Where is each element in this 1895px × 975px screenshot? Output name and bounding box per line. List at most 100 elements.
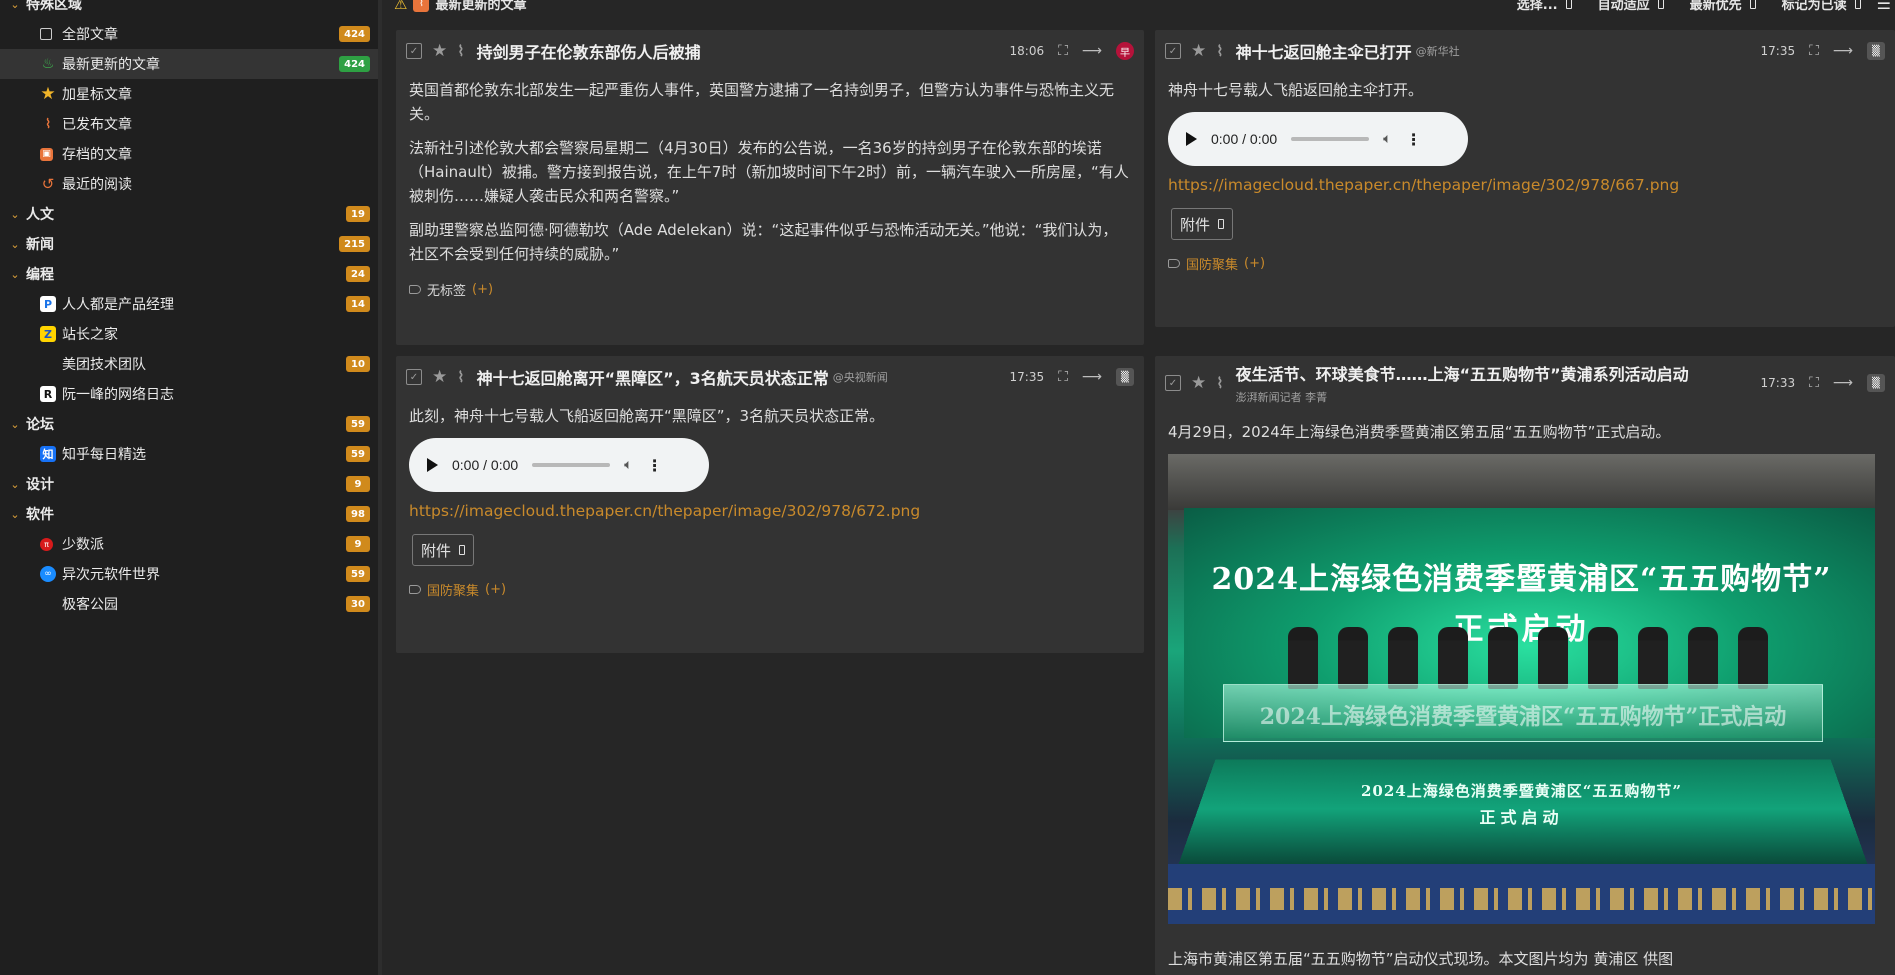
dropdown-caret-icon [1854,0,1861,9]
rss-feed-icon[interactable]: ⌇ [413,0,430,12]
sidebar-cat-software[interactable]: ⌄ 软件 98 [0,499,378,529]
tag-icon [1168,259,1180,268]
sidebar-item-fresh[interactable]: ♨ 最新更新的文章 424 [0,49,378,79]
publish-toggle-icon[interactable]: ⌇ [457,368,464,386]
add-tag-link[interactable]: (+) [485,582,506,597]
chevron-down-icon[interactable]: ⌄ [8,477,22,491]
star-toggle-icon[interactable]: ★ [432,367,447,387]
unread-count-badge: 424 [339,56,370,72]
hamburger-menu-icon[interactable]: ☰ [1877,0,1891,13]
sidebar-item-zhihu[interactable]: 知 知乎每日精选 59 [0,439,378,469]
chevron-down-icon[interactable]: ⌄ [8,417,22,431]
audio-player[interactable]: 0:00 / 0:00 🔈︎ ⋮ [409,438,709,492]
article-paragraph: 此刻，神舟十七号载人飞船返回舱离开“黑障区”，3名航天员状态正常。 [409,407,885,425]
feed-sidebar: ⌄ 特殊区域 全部文章 424 ♨ 最新更新的文章 424 ★ 加星标文章 ⌇ … [0,0,382,975]
photo-person [1338,627,1368,689]
sidebar-item-all-articles[interactable]: 全部文章 424 [0,19,378,49]
chevron-down-icon[interactable]: ⌄ [8,507,22,521]
expand-icon[interactable]: ⛶ [1058,43,1068,59]
sidebar-item-sspai[interactable]: π 少数派 9 [0,529,378,559]
article-card[interactable]: ✓ ★ ⌇ 夜生活节、环球美食节……上海“五五购物节”黄浦系列活动启动 澎湃新闻… [1155,356,1895,975]
feed-title: 最新更新的文章 [435,0,527,13]
sidebar-item-starred[interactable]: ★ 加星标文章 [0,79,378,109]
volume-icon[interactable]: 🔈︎ [1383,131,1391,147]
play-icon[interactable] [1186,132,1197,146]
sidebar-item-meituan[interactable]: 美团技术团队 10 [0,349,378,379]
sidebar-item-recent[interactable]: ↺ 最近的阅读 [0,169,378,199]
article-tags: 国防聚集 (+) [409,580,1131,599]
audio-seek-bar[interactable] [532,463,611,467]
play-icon[interactable] [427,458,438,472]
star-toggle-icon[interactable]: ★ [1191,373,1206,393]
publish-toggle-icon[interactable]: ⌇ [1216,42,1223,60]
expand-icon[interactable]: ⛶ [1809,43,1819,59]
sidebar-item-published[interactable]: ⌇ 已发布文章 [0,109,378,139]
article-photo: 2024上海绿色消费季暨黄浦区“五五购物节” 正式启动 2024上海绿色消费季暨… [1168,454,1875,924]
sidebar-item-woshipm[interactable]: P 人人都是产品经理 14 [0,289,378,319]
sidebar-item-iplaysoft[interactable]: ∞ 异次元软件世界 59 [0,559,378,589]
audio-seek-bar[interactable] [1291,137,1370,141]
select-checkbox[interactable]: ✓ [1165,43,1181,59]
expand-icon[interactable]: ⛶ [1809,375,1819,391]
article-paragraph: 副助理警察总监阿德·阿德勒坎（Ade Adelekan）说：“这起事件似乎与恐怖… [409,221,1118,263]
audio-player[interactable]: 0:00 / 0:00 🔈︎ ⋮ [1168,112,1468,166]
tag-link[interactable]: 国防聚集 [1186,254,1238,273]
photo-person [1488,627,1518,689]
sort-order-dropdown[interactable]: 最新优先 [1690,0,1756,13]
article-paragraph: 英国首都伦敦东北部发生一起严重伤人事件，英国警方逮捕了一名持剑男子，但警方认为事… [409,81,1115,123]
select-checkbox[interactable]: ✓ [406,43,422,59]
feed-favicon-icon: ▒ [1867,374,1885,392]
attachments-button[interactable]: 附件 [412,534,475,566]
more-options-icon[interactable]: ⋮ [1406,130,1422,149]
sidebar-item-ruanyf[interactable]: R 阮一峰的网络日志 [0,379,378,409]
article-card[interactable]: ✓ ★ ⌇ 神十七返回舱主伞已打开 @新华社 17:35 ⛶ ⟶ ▒ 神舟十七号… [1155,30,1895,327]
article-title[interactable]: 持剑男子在伦敦东部伤人后被捕 [477,39,701,63]
open-link-arrow-icon[interactable]: ⟶ [1833,43,1853,59]
sidebar-item-archived[interactable]: ▣ 存档的文章 [0,139,378,169]
article-title[interactable]: 神十七返回舱离开“黑障区”，3名航天员状态正常 [477,365,829,389]
publish-toggle-icon[interactable]: ⌇ [1216,374,1223,392]
chevron-down-icon[interactable]: ⌄ [8,0,22,11]
chevron-down-icon[interactable]: ⌄ [8,237,22,251]
expand-icon[interactable]: ⛶ [1058,369,1068,385]
publish-toggle-icon[interactable]: ⌇ [457,42,464,60]
attachment-link[interactable]: https://imagecloud.thepaper.cn/thepaper/… [409,502,1131,520]
sidebar-cat-programming[interactable]: ⌄ 编程 24 [0,259,378,289]
chevron-down-icon[interactable]: ⌄ [8,207,22,221]
open-link-arrow-icon[interactable]: ⟶ [1082,43,1102,59]
article-card[interactable]: ✓ ★ ⌇ 神十七返回舱离开“黑障区”，3名航天员状态正常 @央视新闻 17:3… [396,356,1144,653]
attachments-button[interactable]: 附件 [1171,208,1234,240]
warning-icon[interactable]: ⚠ [394,0,407,13]
select-dropdown[interactable]: 选择... [1517,0,1572,13]
select-checkbox[interactable]: ✓ [406,369,422,385]
sidebar-item-geekpark[interactable]: 极客公园 30 [0,589,378,619]
more-options-icon[interactable]: ⋮ [647,456,663,475]
sidebar-item-label: 异次元软件世界 [62,567,160,583]
add-tag-link[interactable]: (+) [1244,256,1265,271]
article-card[interactable]: ✓ ★ ⌇ 持剑男子在伦敦东部伤人后被捕 18:06 ⛶ ⟶ 早 英国首都伦敦东… [396,30,1144,345]
select-checkbox[interactable]: ✓ [1165,375,1181,391]
volume-icon[interactable]: 🔈︎ [624,457,632,473]
chevron-down-icon[interactable]: ⌄ [8,267,22,281]
photo-person [1438,627,1468,689]
sidebar-item-chinaz[interactable]: Z 站长之家 [0,319,378,349]
sidebar-cat-design[interactable]: ⌄ 设计 9 [0,469,378,499]
unread-count-badge: 19 [346,206,370,222]
sidebar-cat-special[interactable]: ⌄ 特殊区域 [0,0,378,19]
sidebar-cat-forum[interactable]: ⌄ 论坛 59 [0,409,378,439]
article-title[interactable]: 夜生活节、环球美食节……上海“五五购物节”黄浦系列活动启动 [1236,361,1689,385]
open-link-arrow-icon[interactable]: ⟶ [1082,369,1102,385]
tag-link[interactable]: 国防聚集 [427,580,479,599]
add-tag-link[interactable]: (+) [472,282,493,297]
mark-as-read-button[interactable]: 标记为已读 [1782,0,1861,13]
article-tags: 无标签 (+) [409,280,1131,299]
open-link-arrow-icon[interactable]: ⟶ [1833,375,1853,391]
view-mode-dropdown[interactable]: 自动适应 [1598,0,1664,13]
article-title[interactable]: 神十七返回舱主伞已打开 [1236,39,1412,63]
sidebar-cat-news[interactable]: ⌄ 新闻 215 [0,229,378,259]
attachment-link[interactable]: https://imagecloud.thepaper.cn/thepaper/… [1168,176,1882,194]
article-header: ✓ ★ ⌇ 神十七返回舱离开“黑障区”，3名航天员状态正常 @央视新闻 17:3… [396,356,1144,398]
star-toggle-icon[interactable]: ★ [432,41,447,61]
sidebar-cat-humanities[interactable]: ⌄ 人文 19 [0,199,378,229]
star-toggle-icon[interactable]: ★ [1191,41,1206,61]
